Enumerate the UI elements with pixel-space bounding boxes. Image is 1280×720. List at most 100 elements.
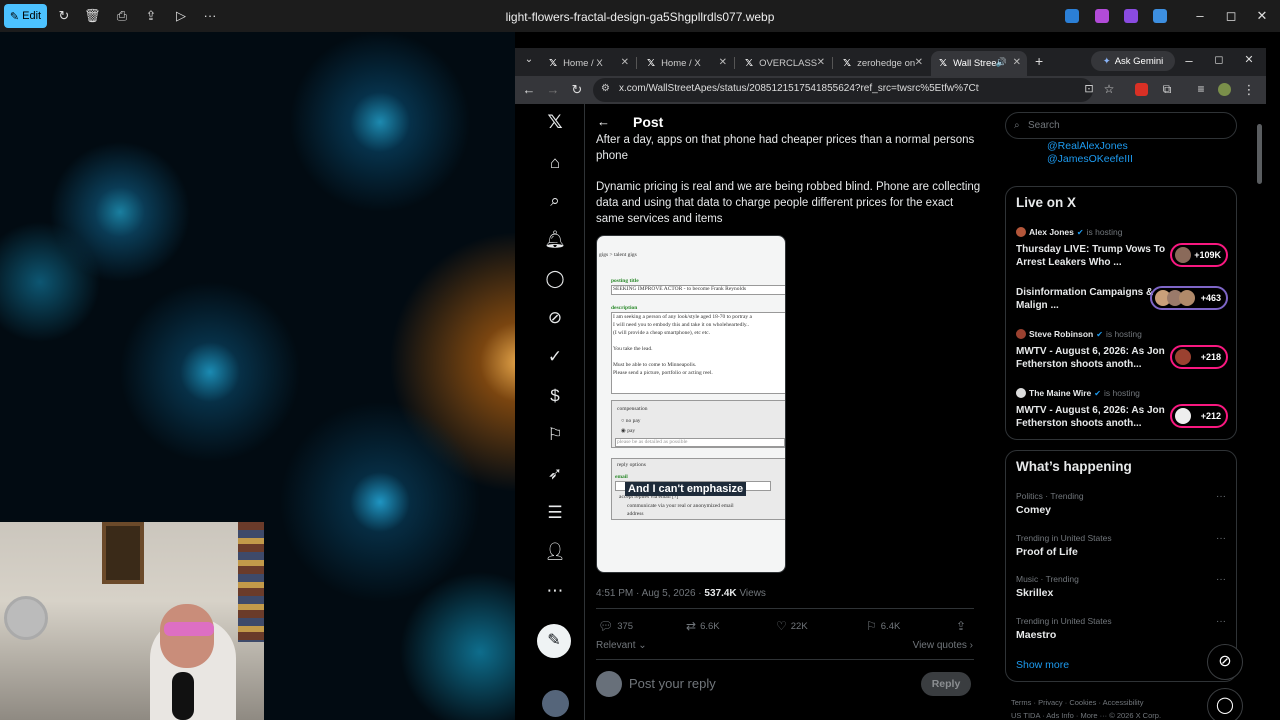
live-listener-pill[interactable]: +218 [1170,345,1228,369]
scrollbar[interactable] [1257,124,1262,184]
more-options-icon[interactable]: ··· [1216,574,1226,585]
tab-label: Home / X [563,58,603,69]
profile-avatar[interactable] [1218,83,1231,96]
view-quotes-link[interactable]: View quotes › [913,640,973,651]
tab-search-icon[interactable]: ⌄ [521,54,537,65]
search-icon: ⌕ [1014,120,1020,131]
messages-fab-icon[interactable]: ◯ [1207,688,1243,720]
maximize-icon[interactable]: ◻ [1211,53,1227,66]
close-icon[interactable]: ✕ [1241,53,1257,66]
live-title[interactable]: MWTV - August 6, 2026: As Jon Fetherston… [1016,345,1168,371]
bookmarks-icon[interactable]: ⚐ [544,424,566,446]
more-options-icon[interactable]: ··· [1216,616,1226,627]
monetization-dollar-icon[interactable]: $ [544,385,566,407]
verified-orgs-icon[interactable]: ✓ [544,346,566,368]
forward-icon[interactable]: → [545,82,561,97]
verified-icon: ✔ [1094,388,1101,398]
live-title[interactable]: MWTV - August 6, 2026: As Jon Fetherston… [1016,404,1168,430]
grok-icon[interactable]: ⊘ [544,307,566,329]
more-options-icon[interactable]: ··· [1216,533,1226,544]
ask-gemini-button[interactable]: ✦ Ask Gemini [1091,51,1175,71]
maximize-icon[interactable]: ◻ [1223,8,1239,24]
tab-overclass[interactable]: 𝕏 OVERCLASS ✕ [737,51,831,76]
more-circle-icon[interactable]: ⋯ [544,580,566,602]
like-count: 22K [790,620,808,632]
post-video[interactable]: gigs > talent gigs posting title SEEKING… [596,235,786,573]
back-icon[interactable]: ← [521,82,537,97]
media-label: description [611,305,638,311]
app-icon-1[interactable] [1065,9,1079,23]
show-more-link[interactable]: Show more [1016,659,1069,671]
live-listener-pill[interactable]: +109K [1170,243,1228,267]
tab-close-icon[interactable]: ✕ [1013,57,1021,68]
tab-home-2[interactable]: 𝕏 Home / X ✕ [639,51,733,76]
speaker-icon[interactable]: 🔊 [996,57,1007,68]
like-action[interactable]: ♡ 22K [776,619,808,633]
compose-post-button[interactable]: ✎ [537,624,571,658]
share-action[interactable]: ⇪ [956,619,966,633]
tab-close-icon[interactable]: ✕ [817,57,825,68]
handle-link[interactable]: @JamesOKeefeIII [1047,153,1133,166]
bookmark-action[interactable]: ⚐ 6.4K [866,619,900,633]
handle-link[interactable]: @RealAlexJones [1047,140,1133,153]
more-options-icon[interactable]: ··· [1216,491,1226,502]
trend-name[interactable]: Comey [1016,504,1051,516]
live-title[interactable]: Disinformation Campaigns & Malign ... [1016,286,1168,312]
host-name: Steve Robinson [1029,329,1094,339]
messages-icon[interactable]: ◯ [544,268,566,290]
app-icon-4[interactable] [1153,9,1167,23]
explore-search-icon[interactable]: ⌕ [544,190,566,212]
jobs-rocket-icon[interactable]: ➶ [544,463,566,485]
bookmark-star-icon[interactable]: ☆ [1101,82,1117,96]
mentioned-handles: @RealAlexJones @JamesOKeefeIII [1047,140,1133,166]
reply-input[interactable]: Post your reply [629,676,716,691]
home-icon[interactable]: ⌂ [544,152,566,174]
repost-action[interactable]: ⇄ 6.6K [686,619,720,633]
reply-button[interactable]: Reply [921,672,971,696]
tab-close-icon[interactable]: ✕ [915,57,923,68]
sort-relevant-dropdown[interactable]: Relevant ⌄ [596,640,647,651]
back-arrow-icon[interactable]: ← [597,114,610,129]
reply-icon: 💬︎ [598,619,614,633]
notifications-bell-icon[interactable]: 🔔︎ [544,229,566,251]
app-icon-3[interactable] [1124,9,1138,23]
tab-close-icon[interactable]: ✕ [719,57,727,68]
close-icon[interactable]: ✕ [1254,8,1270,24]
tab-wall-street-apes[interactable]: 𝕏 Wall Stree 🔊 ✕ [931,51,1027,76]
views-count: 537.4K [704,588,737,599]
x-logo-icon[interactable]: 𝕏 [544,112,566,134]
menu-icon[interactable]: ⋮ [1241,82,1257,98]
live-listener-pill[interactable]: +212 [1170,404,1228,428]
grok-fab-icon[interactable]: ⊘ [1207,644,1243,680]
account-avatar[interactable] [542,690,569,717]
trend-name[interactable]: Maestro [1016,629,1056,641]
host-name: Alex Jones [1029,227,1074,237]
trend-name[interactable]: Proof of Life [1016,546,1078,558]
tab-home-1[interactable]: 𝕏 Home / X ✕ [541,51,635,76]
extensions-puzzle-icon[interactable]: ⧉ [1159,82,1175,97]
tab-close-icon[interactable]: ✕ [621,57,629,68]
post-time[interactable]: 4:51 PM · Aug 5, 2026 · [596,588,702,599]
live-host: The Maine Wire ✔ is hosting [1016,388,1140,398]
live-listener-pill[interactable]: +463 [1150,286,1228,310]
url-text[interactable]: x.com/WallStreetApes/status/208512151754… [619,83,979,94]
minimize-icon[interactable]: – [1192,8,1208,23]
reply-action[interactable]: 💬︎ 375 [598,619,633,633]
new-tab-button[interactable]: + [1035,53,1043,69]
site-info-icon[interactable]: ⚙ [601,83,610,94]
footer-line[interactable]: US TIDA · Ads Info · More ··· © 2026 X C… [1011,709,1241,720]
trend-name[interactable]: Skrillex [1016,587,1053,599]
reading-list-icon[interactable]: ≡ [1193,82,1209,96]
tab-zerohedge[interactable]: 𝕏zerohedge on ✕ [835,51,929,76]
extension-icon-red[interactable] [1135,83,1148,96]
x-logo-icon: 𝕏 [745,58,754,69]
app-icon-2[interactable] [1095,9,1109,23]
reload-icon[interactable]: ↻ [569,82,585,98]
install-icon[interactable]: ⊡ [1081,82,1097,95]
search-input[interactable]: ⌕ Search [1005,112,1237,139]
minimize-icon[interactable]: – [1181,53,1197,68]
lists-icon[interactable]: ☰ [544,502,566,524]
live-title[interactable]: Thursday LIVE: Trump Vows To Arrest Leak… [1016,243,1168,269]
tab-separator [832,57,833,69]
profile-icon[interactable]: 👤︎ [544,541,566,563]
